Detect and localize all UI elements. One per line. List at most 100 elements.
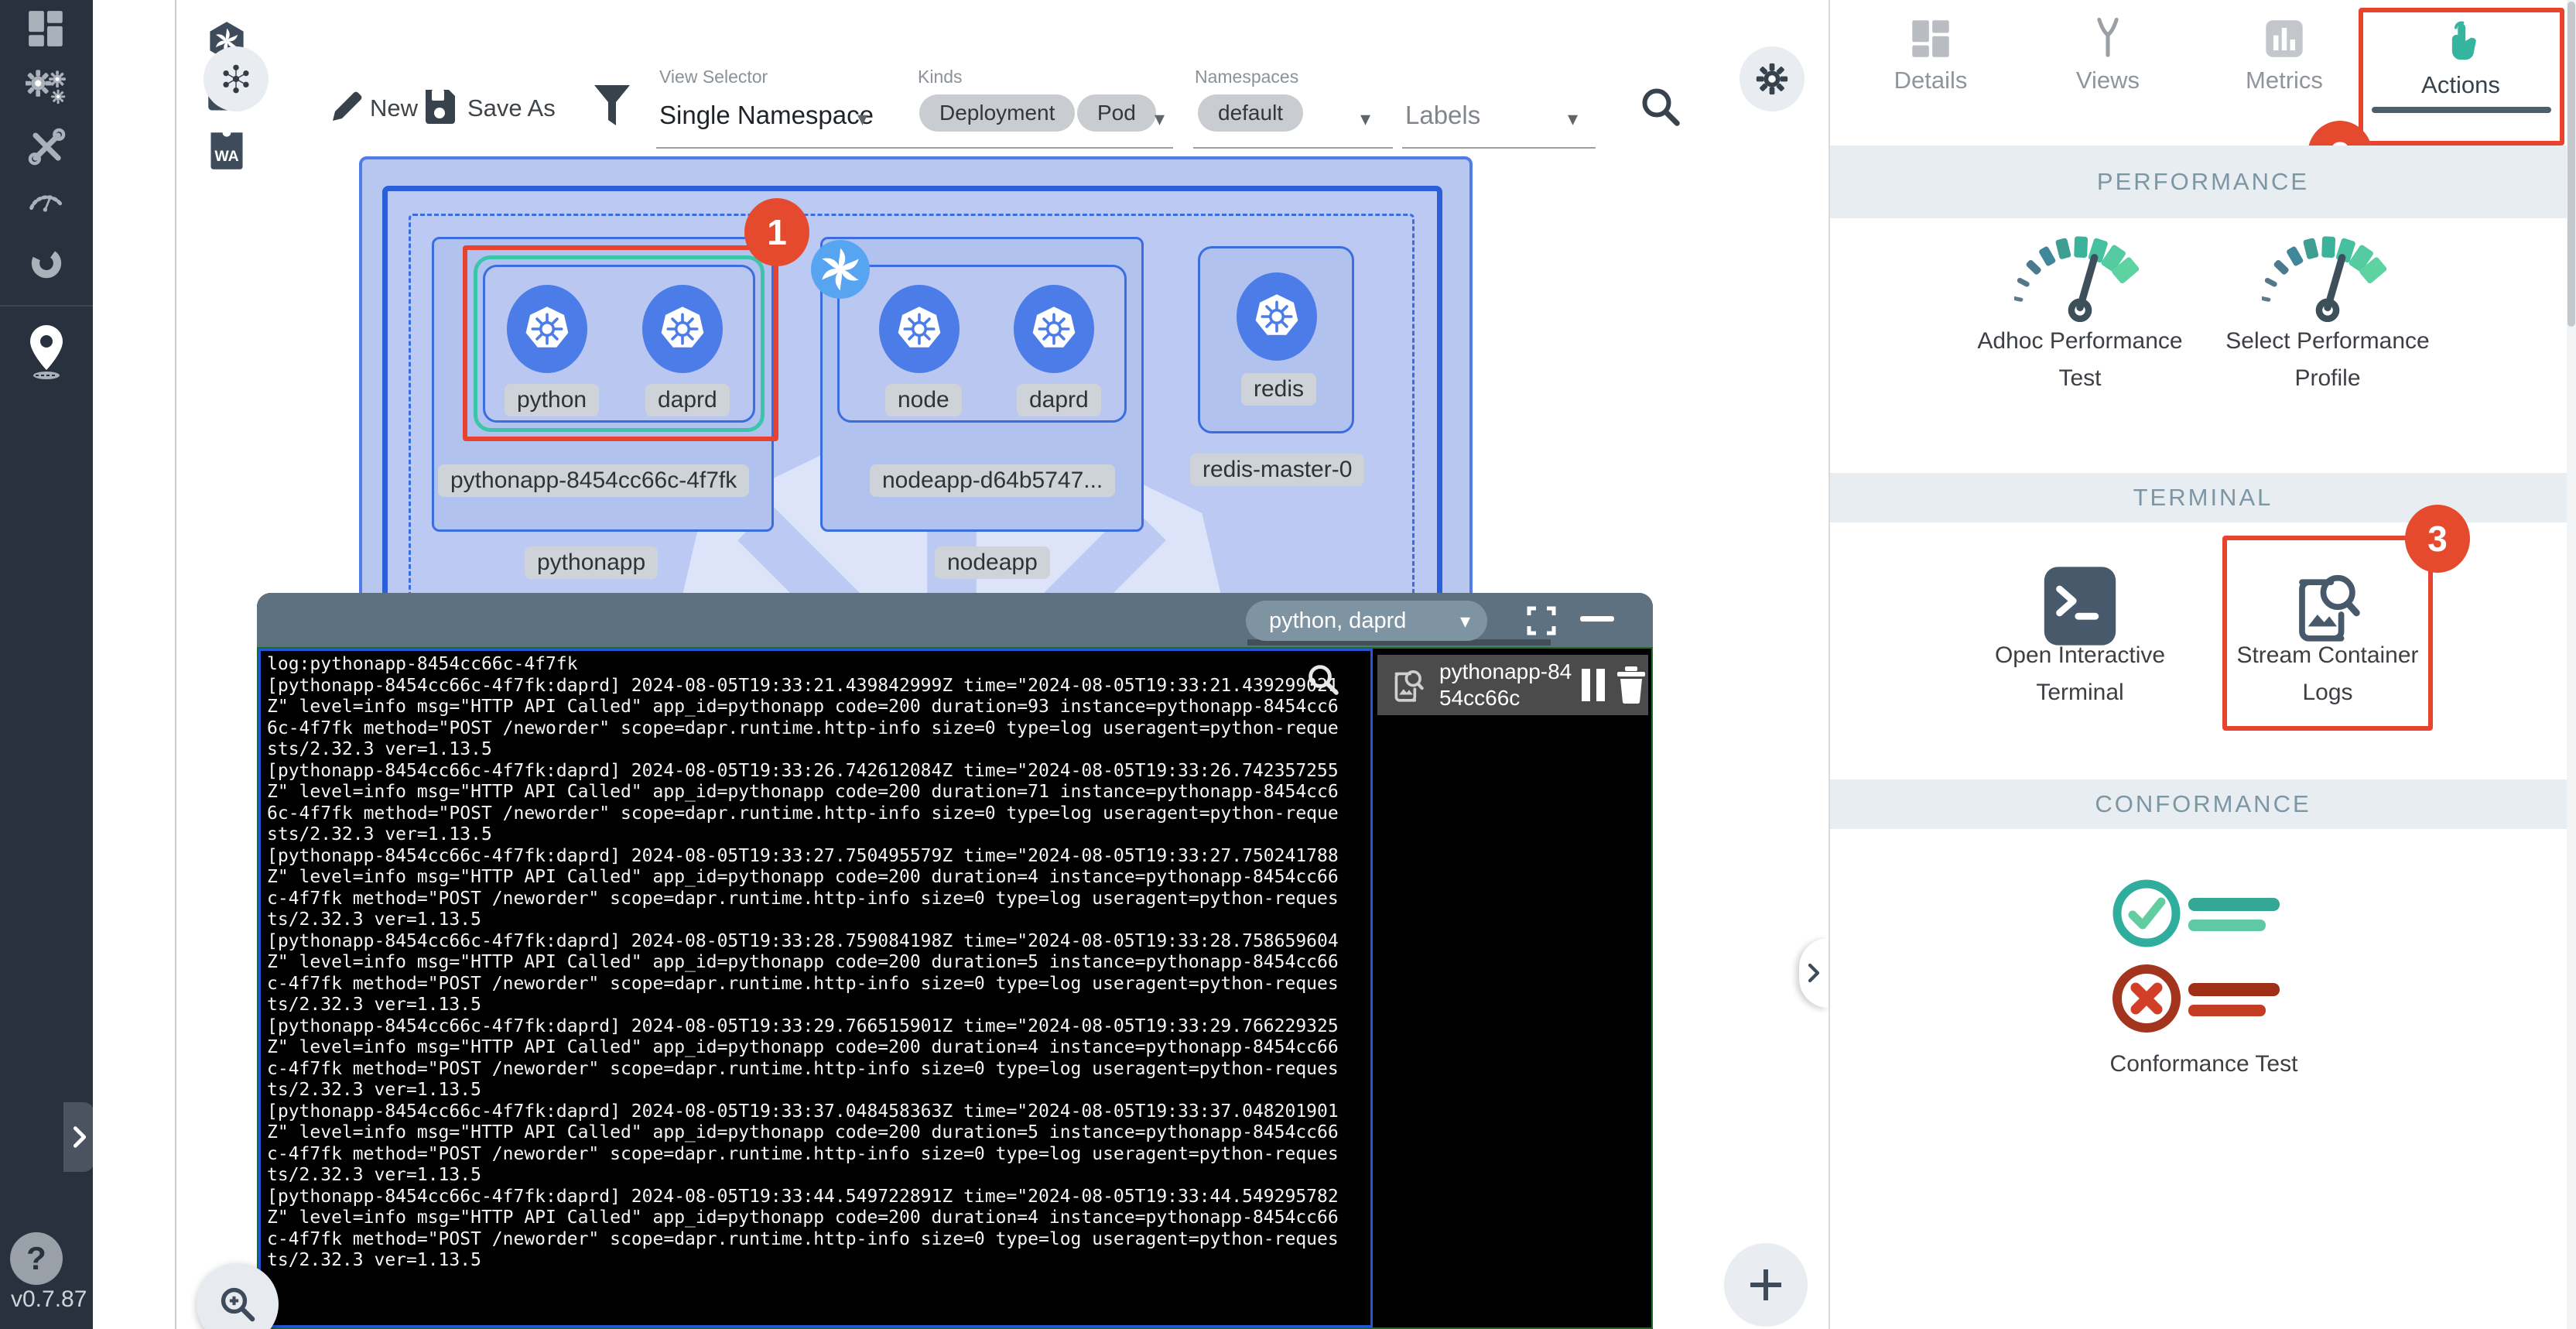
- terminal-container-select-value: python, daprd: [1269, 608, 1406, 634]
- container-label: node: [885, 384, 962, 416]
- tab-views[interactable]: Views: [2020, 0, 2196, 147]
- tab-label: Details: [1842, 67, 2019, 94]
- trash-icon[interactable]: [1614, 666, 1648, 704]
- kind-chip-pod[interactable]: Pod: [1077, 94, 1156, 132]
- lifecycle-gears-icon[interactable]: [26, 67, 67, 108]
- add-button[interactable]: [1724, 1243, 1808, 1327]
- view-selector-caret-icon[interactable]: ▾: [857, 107, 867, 131]
- labels-select[interactable]: Labels: [1405, 101, 1480, 130]
- action-item-label[interactable]: Select Performance: [2204, 328, 2451, 355]
- terminal-select-caret-icon: ▾: [1460, 609, 1470, 633]
- session-label: pythonapp-8454cc66c: [1439, 659, 1579, 711]
- tab-label: Metrics: [2196, 67, 2372, 94]
- adhoc-performance-gauge-icon[interactable]: [2014, 226, 2146, 331]
- action-item-label[interactable]: Open Interactive: [1956, 642, 2204, 669]
- action-item-label[interactable]: Terminal: [1956, 680, 2204, 706]
- pause-icon[interactable]: [1579, 667, 1610, 703]
- log-entry: [pythonapp-8454cc66c-4f7fk:daprd] 2024-0…: [267, 846, 1339, 931]
- settings-button[interactable]: [1740, 46, 1805, 111]
- container-label: redis: [1241, 373, 1316, 406]
- search-icon[interactable]: [1637, 84, 1684, 130]
- container-node[interactable]: [879, 285, 960, 373]
- version-label: v0.7.87: [11, 1286, 87, 1313]
- conformance-test-icon[interactable]: [2108, 875, 2301, 1045]
- save-as-button[interactable]: Save As: [467, 94, 556, 122]
- terminal-container-select[interactable]: python, daprd ▾: [1246, 601, 1487, 641]
- pod-label: redis-master-0: [1190, 454, 1364, 486]
- annotation-rect-2: [2359, 8, 2564, 146]
- stream-logs-icon: [1388, 665, 1428, 705]
- pencil-icon: [328, 88, 362, 125]
- kind-chip-deployment[interactable]: Deployment: [919, 94, 1075, 132]
- namespace-chip-default[interactable]: default: [1198, 94, 1303, 132]
- details-grid-icon: [1909, 17, 1952, 60]
- tab-label: Views: [2020, 67, 2196, 94]
- log-first-line: log:pythonapp-8454cc66c-4f7fk: [267, 654, 1339, 676]
- chevron-right-icon: [1802, 961, 1825, 985]
- annotation-rect-1: [463, 245, 778, 441]
- filter-funnel-icon[interactable]: [593, 84, 631, 128]
- deployment-label: pythonapp: [525, 546, 658, 579]
- shapes-dock: WA: [93, 0, 176, 1329]
- interactive-terminal-icon[interactable]: [2037, 563, 2123, 649]
- pod-label: pythonapp-8454cc66c-4f7fk: [438, 464, 749, 497]
- tab-details[interactable]: Details: [1842, 0, 2019, 147]
- dapr-swirl-badge[interactable]: [811, 240, 870, 299]
- log-entry: [pythonapp-8454cc66c-4f7fk:daprd] 2024-0…: [267, 1187, 1339, 1272]
- kinds-caret-icon[interactable]: ▾: [1155, 107, 1165, 131]
- svg-text:WA: WA: [214, 148, 238, 165]
- metrics-icon: [2263, 17, 2306, 60]
- chevron-right-icon: [67, 1124, 93, 1150]
- kinds-caption: Kinds: [918, 67, 963, 87]
- sidebar-divider: [0, 305, 93, 307]
- pod-label: nodeapp-d64b5747...: [870, 464, 1115, 497]
- log-entry: [pythonapp-8454cc66c-4f7fk:daprd] 2024-0…: [267, 761, 1339, 846]
- action-item-label[interactable]: Adhoc Performance: [1956, 328, 2204, 355]
- wasm-icon[interactable]: WA: [206, 130, 248, 172]
- action-item-label[interactable]: Test: [1956, 365, 2204, 392]
- new-button[interactable]: New: [370, 94, 418, 122]
- meshery-logo-button[interactable]: [204, 46, 269, 111]
- section-title: PERFORMANCE: [2097, 168, 2309, 196]
- extensions-pie-icon[interactable]: [26, 241, 67, 283]
- select-profile-gauge-icon[interactable]: [2262, 226, 2393, 331]
- namespaces-caret-icon[interactable]: ▾: [1360, 107, 1370, 131]
- annotation-badge-3: 3: [2405, 505, 2470, 573]
- panel-scrollbar-thumb[interactable]: [2567, 2, 2575, 327]
- kinds-underline: [916, 147, 1173, 149]
- plus-icon: [1744, 1263, 1787, 1307]
- annotation-rect-3: [2222, 536, 2433, 731]
- container-daprd-2[interactable]: [1014, 285, 1094, 373]
- namespaces-underline: [1193, 147, 1393, 149]
- view-selector-value[interactable]: Single Namespace: [659, 101, 874, 130]
- labels-caret-icon[interactable]: ▾: [1568, 107, 1578, 131]
- log-search-icon[interactable]: [1305, 661, 1342, 698]
- zoom-in-icon: [217, 1283, 258, 1325]
- configuration-tools-icon[interactable]: [26, 125, 67, 167]
- container-label: daprd: [1017, 384, 1101, 416]
- views-icon: [2086, 17, 2130, 60]
- section-conformance-header: CONFORMANCE: [1830, 779, 2576, 829]
- kubernetes-icon: [1249, 289, 1305, 344]
- gear-icon: [1753, 60, 1791, 98]
- panel-collapse-tab[interactable]: [1799, 938, 1829, 1008]
- fullscreen-icon[interactable]: [1526, 605, 1557, 636]
- container-redis[interactable]: [1237, 272, 1317, 361]
- left-sidebar: ? v0.7.87: [0, 0, 93, 1329]
- action-item-label[interactable]: Profile: [2204, 365, 2451, 392]
- log-entry: [pythonapp-8454cc66c-4f7fk:daprd] 2024-0…: [267, 931, 1339, 1016]
- kanvas-pin-icon[interactable]: [23, 324, 70, 381]
- deployment-label: nodeapp: [935, 546, 1050, 579]
- pinwheel-icon: [811, 240, 870, 299]
- action-item-label[interactable]: Conformance Test: [2080, 1051, 2328, 1077]
- dashboard-icon[interactable]: [26, 8, 67, 50]
- session-row[interactable]: pythonapp-8454cc66c: [1377, 655, 1648, 715]
- log-entry: [pythonapp-8454cc66c-4f7fk:daprd] 2024-0…: [267, 1016, 1339, 1101]
- minimize-icon[interactable]: [1580, 616, 1614, 622]
- app-window: ? v0.7.87 WA: [0, 0, 2576, 1329]
- performance-gauge-icon[interactable]: [26, 180, 67, 221]
- namespaces-caption: Namespaces: [1195, 67, 1298, 87]
- terminal-log-pane[interactable]: log:pythonapp-8454cc66c-4f7fk [pythonapp…: [258, 649, 1373, 1327]
- help-button[interactable]: ?: [10, 1232, 63, 1285]
- sidebar-expand-tab[interactable]: [63, 1102, 94, 1172]
